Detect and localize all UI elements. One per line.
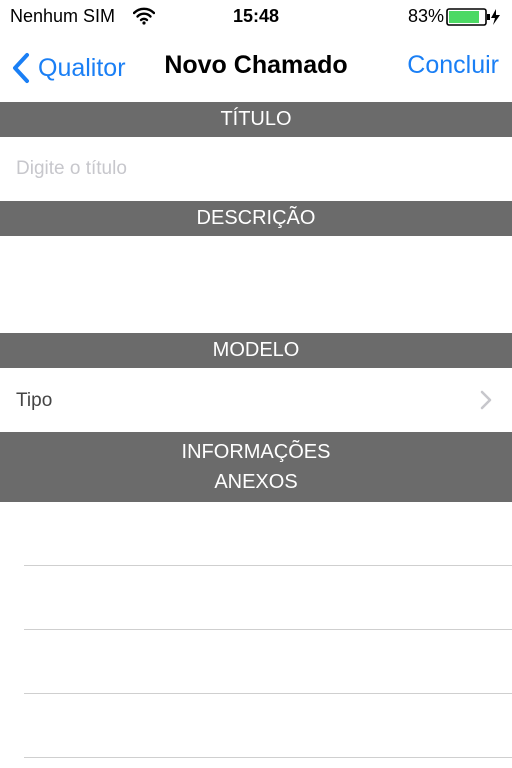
title-input[interactable] [16,137,496,201]
back-button-label: Qualitor [38,53,126,82]
list-divider [24,757,512,758]
section-header-titulo: TÍTULO [0,102,512,137]
status-bar: Nenhum SIM 15:48 83% [0,0,512,34]
section-header-anexos: ANEXOS [214,471,298,493]
section-header-descricao: DESCRIÇÃO [0,201,512,236]
section-header-informacoes: INFORMAÇÕES [181,441,331,463]
anexos-list [0,502,512,768]
tipo-row[interactable]: Tipo [0,368,512,432]
section-header-group: INFORMAÇÕES ANEXOS [0,432,512,502]
back-button[interactable]: Qualitor [12,51,126,85]
list-divider [24,629,512,630]
done-button[interactable]: Concluir [407,51,499,80]
title-row [0,137,512,201]
list-divider [24,693,512,694]
battery-icon [446,8,502,31]
description-textarea[interactable] [0,236,512,333]
section-header-modelo: MODELO [0,333,512,368]
navigation-bar: Qualitor Novo Chamado Concluir [0,34,512,102]
chevron-left-icon [13,53,29,83]
tipo-label: Tipo [16,390,53,411]
chevron-right-icon [480,390,492,415]
list-divider [24,565,512,566]
battery-percentage: 83% [407,6,444,26]
